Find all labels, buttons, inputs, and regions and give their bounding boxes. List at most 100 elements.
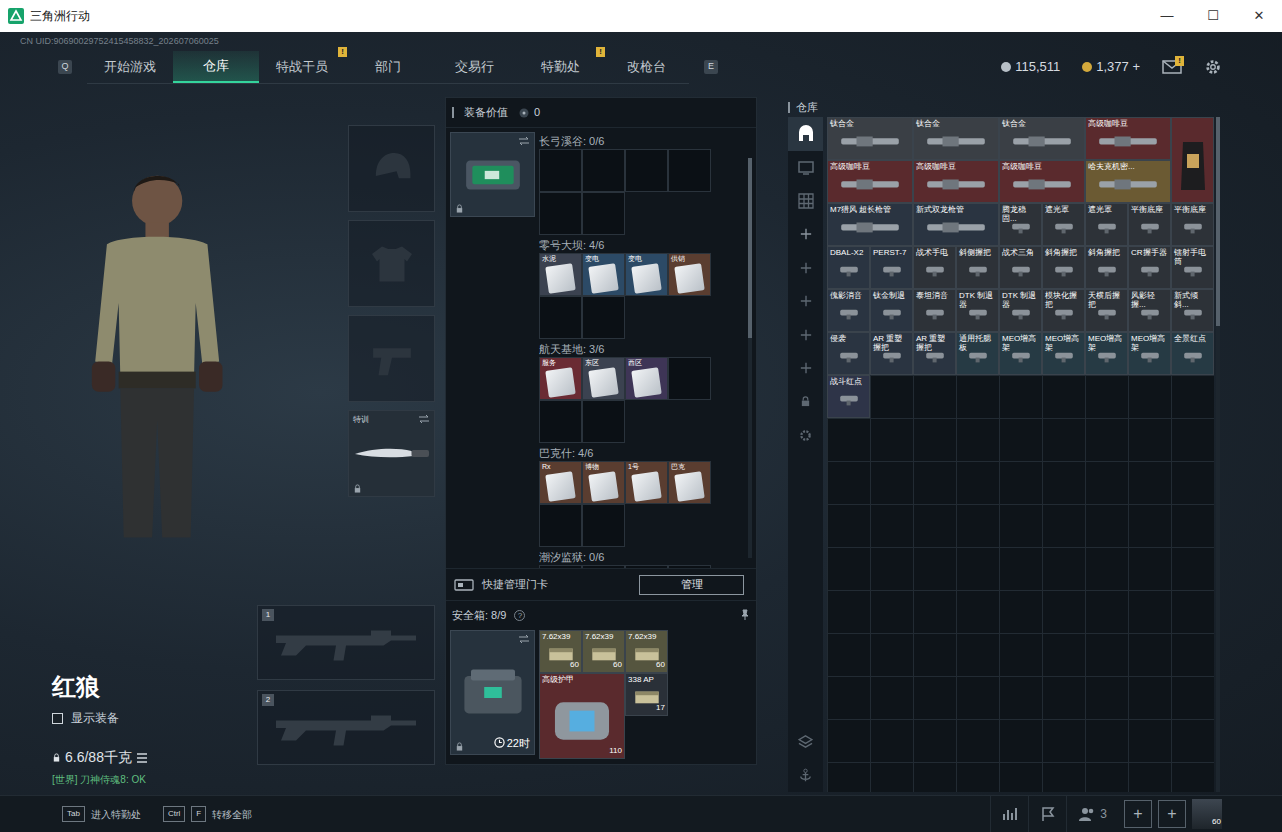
prev-tab-key[interactable]: Q <box>58 60 72 74</box>
sidebar-tab[interactable] <box>788 385 823 419</box>
warehouse-item[interactable]: 高级咖啡豆 <box>1085 117 1171 160</box>
warehouse-item[interactable]: MEO增高架 <box>1042 332 1085 375</box>
keycard-slot[interactable] <box>539 296 582 339</box>
keycard-slot[interactable] <box>539 504 582 547</box>
main-tab[interactable]: 部门 <box>345 51 431 83</box>
main-tab[interactable]: 开始游戏 <box>87 51 173 83</box>
keycard-slot[interactable]: 变电 <box>625 253 668 296</box>
warehouse-item[interactable]: 高级咖啡豆 <box>999 160 1085 203</box>
keycard-slot[interactable]: 巴克 <box>668 461 711 504</box>
main-tab[interactable]: 改枪台 <box>603 51 689 83</box>
warehouse-scrollbar[interactable] <box>1216 117 1220 792</box>
warehouse-item[interactable]: 战斗红点 <box>827 375 870 418</box>
warehouse-item[interactable]: 斜角握把 <box>1085 246 1128 289</box>
sidebar-tab[interactable] <box>788 318 823 352</box>
warehouse-item[interactable]: 钛合金 <box>913 117 999 160</box>
keycard-slot[interactable] <box>668 565 711 568</box>
warehouse-item[interactable]: 战术三角 <box>999 246 1042 289</box>
weapon-slot[interactable]: 2 <box>257 690 435 765</box>
safe-box-item[interactable]: 338 AP17 <box>625 673 668 716</box>
warehouse-item[interactable]: 哈夫克机密... <box>1085 160 1171 203</box>
keycard-slot[interactable]: 西区 <box>625 357 668 400</box>
warehouse-item[interactable]: 侵袭 <box>827 332 870 375</box>
warehouse-item[interactable]: DBAL-X2 <box>827 246 870 289</box>
scroll-thumb[interactable] <box>1216 117 1220 326</box>
keycard-slot[interactable] <box>582 400 625 443</box>
scroll-thumb[interactable] <box>748 158 752 338</box>
gear-slot[interactable] <box>348 315 435 402</box>
keycard-slot[interactable] <box>539 565 582 568</box>
keycard-slot[interactable]: Rx <box>539 461 582 504</box>
window-control-button[interactable]: ☐ <box>1190 0 1236 32</box>
keycard-slot[interactable] <box>582 504 625 547</box>
main-tab[interactable]: 特战干员! <box>259 51 345 83</box>
next-tab-key[interactable]: E <box>704 60 718 74</box>
warehouse-item[interactable]: 天横后握把 <box>1085 289 1128 332</box>
safe-box-slot[interactable]: 22时 <box>450 630 535 755</box>
warehouse-item[interactable]: M7猎风 超长枪管 <box>827 203 913 246</box>
hotkey-hint[interactable]: CtrlF转移全部 <box>163 806 252 822</box>
keycard-slot[interactable] <box>539 400 582 443</box>
show-equipment-checkbox[interactable] <box>52 713 63 724</box>
warehouse-item[interactable]: 平衡底座 <box>1171 203 1214 246</box>
keycard-slot[interactable] <box>668 149 711 192</box>
warehouse-item[interactable]: 腾龙稳固... <box>999 203 1042 246</box>
keycard-slot[interactable] <box>668 357 711 400</box>
keycard-slot[interactable]: 东区 <box>582 357 625 400</box>
warehouse-item[interactable]: MEO增高架 <box>999 332 1042 375</box>
show-equipment-toggle[interactable]: 显示装备 <box>52 709 256 727</box>
safe-box-item[interactable]: 高级护甲110 <box>539 673 625 759</box>
hotkey-hint[interactable]: Tab进入特勤处 <box>62 806 141 822</box>
main-tab[interactable]: 交易行 <box>431 51 517 83</box>
safe-box-item[interactable]: 7.62x3960 <box>582 630 625 673</box>
warehouse-item[interactable]: 风影轻握... <box>1128 289 1171 332</box>
sidebar-tab[interactable] <box>788 419 823 453</box>
weapon-slot[interactable]: 1 <box>257 605 435 680</box>
gear-slot[interactable]: 特训 <box>348 410 435 497</box>
warehouse-item[interactable]: 遮光罩 <box>1085 203 1128 246</box>
warehouse-item[interactable]: MEO增高架 <box>1128 332 1171 375</box>
keycard-slot[interactable]: 水泥 <box>539 253 582 296</box>
gear-slot[interactable] <box>348 220 435 307</box>
warehouse-item[interactable]: CR握手器 <box>1128 246 1171 289</box>
keycard-slot[interactable] <box>539 192 582 235</box>
warehouse-item[interactable]: 钛合金 <box>999 117 1085 160</box>
warehouse-item[interactable]: 通用托腮板 <box>956 332 999 375</box>
player-avatar[interactable]: 60 <box>1192 799 1222 829</box>
warehouse-item[interactable]: 钛合金 <box>827 117 913 160</box>
warehouse-item[interactable]: AR 重塑握把 <box>870 332 913 375</box>
sidebar-tab[interactable] <box>788 285 823 319</box>
warehouse-item[interactable]: 傀影消音 <box>827 289 870 332</box>
warehouse-item[interactable]: 斜角握把 <box>1042 246 1085 289</box>
add-teammate-button[interactable]: + <box>1124 800 1152 828</box>
warehouse-item[interactable]: MEO增高架 <box>1085 332 1128 375</box>
sidebar-tab[interactable] <box>788 151 823 185</box>
warehouse-item[interactable]: 新式倾斜... <box>1171 289 1214 332</box>
warehouse-item[interactable]: 高级咖啡豆 <box>827 160 913 203</box>
sidebar-tab[interactable] <box>788 184 823 218</box>
sidebar-tab[interactable] <box>788 117 823 151</box>
warehouse-item[interactable]: AR 重塑握把 <box>913 332 956 375</box>
warehouse-item[interactable]: DTK 制退器 <box>999 289 1042 332</box>
sidebar-tool[interactable] <box>788 759 823 793</box>
keycard-scrollbar[interactable] <box>748 158 752 558</box>
warehouse-item[interactable]: DTK 制退器 <box>956 289 999 332</box>
window-control-button[interactable]: ✕ <box>1236 0 1282 32</box>
warehouse-item[interactable] <box>1171 117 1214 203</box>
manage-button[interactable]: 管理 <box>639 575 744 595</box>
sidebar-tab[interactable] <box>788 218 823 252</box>
warehouse-item[interactable]: 镭射手电筒 <box>1171 246 1214 289</box>
warehouse-item[interactable]: 斜侧握把 <box>956 246 999 289</box>
sidebar-tab[interactable] <box>788 251 823 285</box>
warehouse-item[interactable]: 新式双龙枪管 <box>913 203 999 246</box>
keycard-slot[interactable] <box>539 149 582 192</box>
keycard-slot[interactable] <box>625 149 668 192</box>
keycard-slot[interactable]: 变电 <box>582 253 625 296</box>
keycard-slot[interactable]: 服务 <box>539 357 582 400</box>
safe-box-item[interactable]: 7.62x3960 <box>539 630 582 673</box>
warehouse-item[interactable]: 模块化握把 <box>1042 289 1085 332</box>
warehouse-item[interactable]: 战术手电 <box>913 246 956 289</box>
sidebar-tab[interactable] <box>788 352 823 386</box>
keycard-slot[interactable] <box>582 192 625 235</box>
warehouse-item[interactable]: 钛金制退 <box>870 289 913 332</box>
